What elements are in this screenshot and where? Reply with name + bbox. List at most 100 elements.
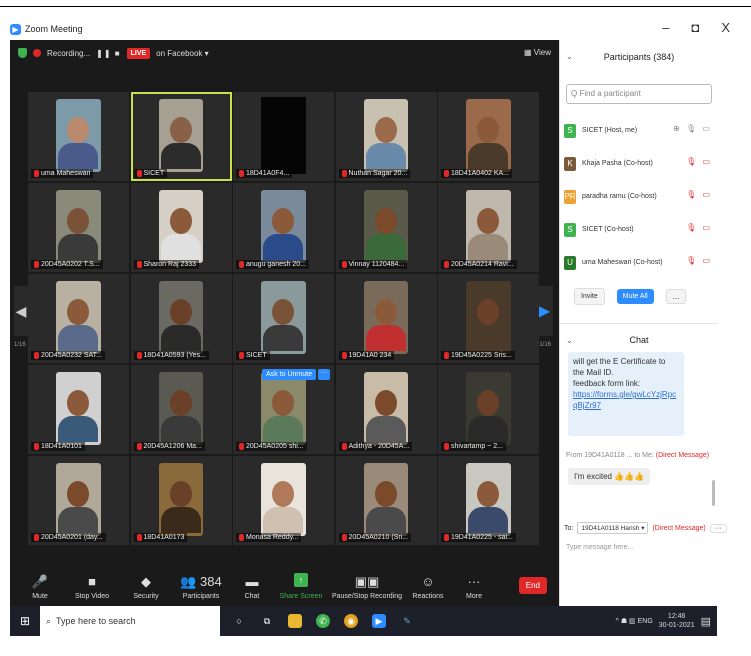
security-shield-icon[interactable] xyxy=(18,48,27,58)
pause-stop-icon[interactable]: ❚❚ ■ xyxy=(96,49,120,58)
participant-name-tag: Monasa Reddy... xyxy=(236,533,302,542)
participants-button[interactable]: 👥 384 Participants xyxy=(170,560,232,600)
side-panel: ⌄ Participants (384) Q Find a participan… xyxy=(559,40,727,606)
pause-stop-recording-icon: ▣▣ xyxy=(354,574,380,589)
chat-line: will get the E Certificate to xyxy=(573,357,666,366)
video-tile[interactable]: Monasa Reddy... xyxy=(233,456,334,545)
participant-list-name: SICET (Co-host) xyxy=(582,226,634,233)
participant-body xyxy=(58,325,99,352)
participant-video xyxy=(466,190,511,264)
security-button[interactable]: ◆ Security xyxy=(122,560,170,600)
start-button[interactable]: ⊞ xyxy=(10,606,40,636)
participant-name-tag: shivartamp ~ 2... xyxy=(441,442,506,451)
share-screen-button[interactable]: ↑ Share Screen xyxy=(272,560,330,600)
video-tile[interactable]: 19D41A0225 - sai... xyxy=(438,456,539,545)
participant-head xyxy=(67,298,90,325)
reactions-button[interactable]: ☺ Reactions xyxy=(404,560,452,600)
participant-row[interactable]: Uuma Maheswari (Co-host) 🎙 ▭ xyxy=(564,246,714,279)
recipient-dropdown[interactable]: 19D41A0118 Harish ▾ xyxy=(577,522,649,534)
task-view-icon[interactable]: ⧉ xyxy=(260,614,274,628)
video-tile[interactable]: Vinnay 1120484... xyxy=(335,183,437,272)
ask-to-unmute-button[interactable]: Ask to Unmute xyxy=(262,369,316,380)
video-tile[interactable]: 20D45A0232 SAT... xyxy=(28,274,129,363)
participant-head xyxy=(374,298,397,325)
participant-row[interactable]: S SICET (Host, me) ⊕ 🎙 ▭ xyxy=(564,114,714,147)
video-tile[interactable]: 18D41A0173 xyxy=(130,456,232,545)
window-title: Zoom Meeting xyxy=(25,24,83,34)
taskbar-search[interactable]: ⌕ Type here to search xyxy=(40,606,220,636)
video-tile[interactable]: shivartamp ~ 2... xyxy=(438,365,539,454)
feedback-form-link[interactable]: https://forms.gle/gwLcYzjRpcqBjZr97 xyxy=(573,389,679,411)
participant-row[interactable]: PR paradha ramu (Co-host) 🎙 ▭ xyxy=(564,180,714,213)
participant-row[interactable]: K Khaja Pasha (Co-host) 🎙 ▭ xyxy=(564,147,714,180)
video-tile[interactable]: 18D41A0F4... xyxy=(233,92,334,181)
chat-message-input[interactable]: Type message here... xyxy=(566,544,633,551)
chat-more-button[interactable]: ··· xyxy=(709,523,727,533)
participants-more-button[interactable]: ... xyxy=(665,289,687,304)
cortana-icon[interactable]: ○ xyxy=(232,614,246,628)
clock-time: 12:46 xyxy=(667,613,686,620)
participant-name: uma Maheswari xyxy=(41,170,91,177)
minimize-icon[interactable]: – xyxy=(662,20,669,35)
collapse-participants-icon[interactable]: ⌄ xyxy=(566,52,573,61)
mute-all-button[interactable]: Mute All xyxy=(616,289,654,304)
zoom-taskbar-icon[interactable]: ▶ xyxy=(372,614,386,628)
notifications-icon[interactable]: ▤ xyxy=(701,615,711,628)
participant-name-tag: Nuthan Sagar 20... xyxy=(338,169,411,178)
video-tile[interactable]: 18D41A0593 (Yes... xyxy=(130,274,232,363)
video-tile[interactable]: 20D45A0214 Ravi... xyxy=(438,183,539,272)
chrome-icon[interactable]: ◉ xyxy=(344,614,358,628)
video-tile[interactable]: 19D41A0 234 xyxy=(335,274,437,363)
mic-muted-icon xyxy=(34,534,39,541)
stop-video-button[interactable]: ■ Stop Video xyxy=(62,560,122,600)
participant-search-input[interactable]: Q Find a participant xyxy=(566,84,712,104)
participant-video xyxy=(466,99,511,173)
video-tile[interactable]: Ask to Unmute ··· 20D45A0205 shi... xyxy=(233,365,334,454)
tray-icons[interactable]: ^ ☗ ▥ ENG xyxy=(616,617,653,625)
video-tile[interactable]: anugu ganesh 20... xyxy=(233,183,334,272)
video-tile[interactable]: 20D45A0210 (Sri... xyxy=(335,456,437,545)
clock[interactable]: 12:46 30-01-2021 xyxy=(659,612,695,630)
video-tile[interactable]: uma Maheswari xyxy=(28,92,129,181)
participant-video xyxy=(56,190,101,264)
video-tile[interactable]: Nuthan Sagar 20... xyxy=(335,92,437,181)
video-tile[interactable]: Sharon Raj 2333 xyxy=(130,183,232,272)
video-tile[interactable]: SICET xyxy=(130,92,232,181)
video-tile[interactable]: Adithya - 20D45A... xyxy=(335,365,437,454)
prev-page-button[interactable]: ◀ xyxy=(14,286,28,336)
participant-status-icons[interactable]: ⊕ 🎙 ▭ xyxy=(673,124,712,133)
close-icon[interactable]: X xyxy=(721,20,730,35)
video-tile[interactable]: 20D45A0202 T.S... xyxy=(28,183,129,272)
paint-icon[interactable]: ✎ xyxy=(400,614,414,628)
mute-button[interactable]: 🎤 Mute xyxy=(18,560,62,600)
participant-status-icons[interactable]: 🎙 ▭ xyxy=(686,256,712,265)
participant-status-icons[interactable]: 🎙 ▭ xyxy=(686,157,712,166)
video-tile[interactable]: SICET xyxy=(233,274,334,363)
participant-name: 20D45A0214 Ravi... xyxy=(451,261,514,268)
more-button[interactable]: ··· More xyxy=(452,560,496,600)
video-tile[interactable]: 19D45A0225 Sris... xyxy=(438,274,539,363)
file-explorer-icon[interactable] xyxy=(288,614,302,628)
chat-scrollbar[interactable] xyxy=(712,480,715,506)
tile-more-button[interactable]: ··· xyxy=(318,369,330,380)
chat-button[interactable]: ▬ Chat xyxy=(232,560,272,600)
video-tile[interactable]: 18D41A0101 xyxy=(28,365,129,454)
video-tile[interactable]: 20D45A1206 Ma... xyxy=(130,365,232,454)
video-tile[interactable]: 18D41A0402 KA... xyxy=(438,92,539,181)
whatsapp-icon[interactable]: ✆ xyxy=(316,614,330,628)
participant-status-icons[interactable]: 🎙 ▭ xyxy=(686,190,712,199)
video-tile[interactable]: 20D45A0201 (day... xyxy=(28,456,129,545)
more-icon: ··· xyxy=(467,574,481,589)
view-button[interactable]: ▦ View xyxy=(524,48,551,57)
participant-row[interactable]: S SICET (Co-host) 🎙 ▭ xyxy=(564,213,714,246)
participant-head xyxy=(374,480,397,507)
maximize-icon[interactable]: ◘ xyxy=(691,20,699,35)
participant-list-name: Khaja Pasha (Co-host) xyxy=(582,160,653,167)
live-target-dropdown[interactable]: on Facebook ▾ xyxy=(156,49,209,58)
pause-stop-recording-button[interactable]: ▣▣ Pause/Stop Recording xyxy=(330,560,404,600)
collapse-chat-icon[interactable]: ⌄ xyxy=(566,336,573,345)
toolbar-label: Mute xyxy=(32,593,48,600)
participant-status-icons[interactable]: 🎙 ▭ xyxy=(686,223,712,232)
end-meeting-button[interactable]: End xyxy=(518,577,547,594)
invite-button[interactable]: Invite xyxy=(574,288,605,305)
